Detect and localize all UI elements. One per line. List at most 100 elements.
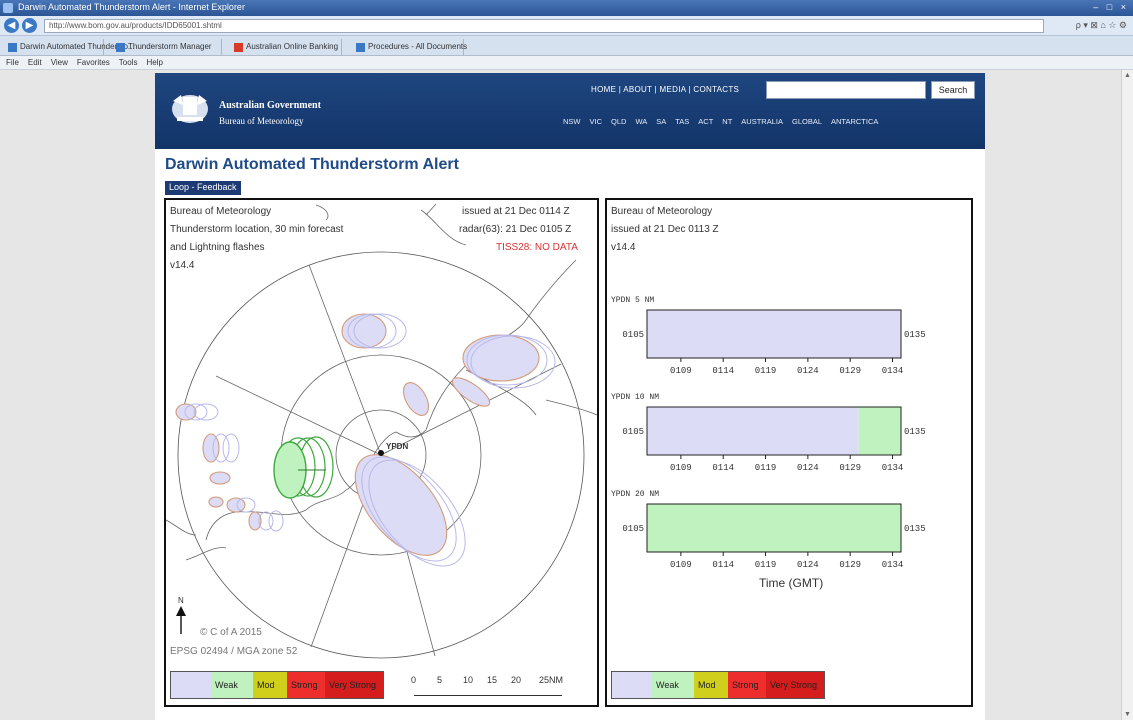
forward-button[interactable]: ▶ (22, 18, 37, 33)
legend-swatch (171, 672, 211, 698)
region-link[interactable]: QLD (611, 117, 626, 135)
region-link[interactable]: NSW (563, 117, 581, 135)
chart-title: YPDN 20 NM (611, 490, 659, 499)
region-link[interactable]: TAS (675, 117, 689, 135)
address-bar[interactable]: http://www.bom.gov.au/products/IDD65001.… (44, 19, 1044, 33)
legend-swatch: Strong (287, 672, 325, 698)
scale-tick-label: 25NM (539, 675, 564, 685)
menu-item[interactable]: View (51, 58, 68, 67)
timeline-segment (647, 310, 901, 358)
time-tick-label: 0134 (882, 560, 904, 570)
page-title: Darwin Automated Thunderstorm Alert (165, 156, 459, 173)
region-link[interactable]: WA (635, 117, 647, 135)
browser-tab[interactable]: Thunderstorm Manager (112, 39, 222, 55)
chart-title: YPDN 5 NM (611, 296, 654, 305)
time-tick-label: 0134 (882, 366, 904, 376)
range-start-label: 0105 (622, 524, 644, 534)
scroll-up-icon[interactable]: ▲ (1124, 72, 1131, 79)
map-org: Bureau of Meteorology (170, 206, 272, 217)
time-tick-label: 0124 (797, 366, 819, 376)
timeline-segment (647, 407, 859, 455)
region-link[interactable]: SA (656, 117, 666, 135)
range-start-label: 0105 (622, 427, 644, 437)
copyright: © C of A 2015 (200, 627, 262, 638)
region-link[interactable]: ANTARCTICA (831, 117, 878, 135)
tab-row: Darwin Automated Thundersto... Thundersto… (0, 36, 1133, 56)
contacts-link[interactable]: CONTACTS (693, 85, 739, 94)
time-tick-label: 0124 (797, 560, 819, 570)
map-description-2: and Lightning flashes (170, 242, 265, 253)
coat-of-arms-icon (172, 95, 208, 123)
map-version: v14.4 (170, 260, 195, 271)
range-end-label: 0135 (904, 427, 926, 437)
legend-swatch: Mod (253, 672, 287, 698)
map-issued: issued at 21 Dec 0114 Z (462, 206, 570, 217)
time-tick-label: 0114 (712, 463, 734, 473)
address-tools[interactable]: ρ ▾ ⊠ ⌂ ☆ ⚙ (1076, 20, 1127, 31)
page-content: Australian Government Bureau of Meteorol… (155, 73, 985, 720)
scale-tick-label: 0 (411, 675, 417, 685)
search-button[interactable]: Search (931, 81, 975, 99)
time-tick-label: 0119 (755, 463, 777, 473)
time-axis-label: Time (GMT) (759, 576, 824, 590)
region-link[interactable]: GLOBAL (792, 117, 822, 135)
link-separator: - (189, 182, 198, 192)
chart-intensity-legend: Weak Mod Strong Very Strong (611, 671, 825, 699)
top-links: HOME | ABOUT | MEDIA | CONTACTS (591, 85, 740, 94)
feedback-link[interactable]: Feedback (197, 182, 237, 192)
alert-timeline-panel: Bureau of Meteorology issued at 21 Dec 0… (605, 198, 973, 707)
thunderstorm-map[interactable]: Bureau of Meteorology Thunderstorm locat… (164, 198, 599, 707)
menu-item[interactable]: Tools (119, 58, 138, 67)
browser-tab[interactable]: Procedures - All Documents (352, 39, 468, 55)
time-tick-label: 0129 (839, 463, 861, 473)
back-button[interactable]: ◀ (4, 18, 19, 33)
range-end-label: 0135 (904, 524, 926, 534)
legend-swatch: Mod (694, 672, 728, 698)
legend-swatch: Very Strong (766, 672, 824, 698)
window-title: Darwin Automated Thunderstorm Alert - In… (18, 2, 245, 12)
timeline-charts: YPDN 5 NM 0105 0135 0109 0114 0119 0124 0129 013… (611, 296, 926, 570)
legend-swatch: Weak (652, 672, 694, 698)
weak-storm-cell (273, 436, 334, 499)
home-link[interactable]: HOME (591, 85, 616, 94)
time-tick-label: 0124 (797, 463, 819, 473)
time-tick-label: 0109 (670, 366, 692, 376)
about-link[interactable]: ABOUT (623, 85, 652, 94)
menu-item[interactable]: Help (146, 58, 162, 67)
map-description: Thunderstorm location, 30 min forecast (170, 224, 344, 235)
storm-cells (175, 313, 540, 556)
tab-label: Thunderstorm Manager (128, 42, 212, 51)
tab-favicon-icon (234, 43, 243, 52)
menu-item[interactable]: Favorites (77, 58, 110, 67)
browser-tab[interactable]: Darwin Automated Thundersto... (4, 39, 135, 55)
legend-swatch: Weak (211, 672, 253, 698)
timeline-segment (647, 504, 901, 552)
region-link[interactable]: NT (722, 117, 732, 135)
north-label: N (178, 596, 184, 605)
legend-swatch (612, 672, 652, 698)
distance-scale: 0 5 10 15 20 25NM (411, 671, 571, 703)
menu-item[interactable]: File (6, 58, 19, 67)
tab-favicon-icon (116, 43, 125, 52)
vertical-scrollbar[interactable]: ▲ ▼ (1121, 70, 1133, 720)
time-tick-label: 0114 (712, 366, 734, 376)
search-input[interactable] (766, 81, 926, 99)
government-name: Australian Government (219, 100, 321, 111)
loop-link[interactable]: Loop (169, 182, 189, 192)
menu-item[interactable]: Edit (28, 58, 42, 67)
region-link[interactable]: AUSTRALIA (741, 117, 783, 135)
region-link[interactable]: VIC (590, 117, 603, 135)
browser-tab[interactable]: Australian Online Banking (230, 39, 342, 55)
scale-tick-label: 5 (437, 675, 443, 685)
scroll-down-icon[interactable]: ▼ (1124, 711, 1131, 718)
time-tick-label: 0129 (839, 560, 861, 570)
intensity-legend: Weak Mod Strong Very Strong (170, 671, 384, 699)
media-link[interactable]: MEDIA (660, 85, 686, 94)
window-controls[interactable]: – □ × (1093, 2, 1129, 12)
site-header: Australian Government Bureau of Meteorol… (155, 73, 985, 149)
ypdn-marker (378, 450, 384, 456)
scale-tick-label: 15 (487, 675, 498, 685)
tiss-status: TISS28: NO DATA (496, 242, 578, 253)
tab-label: Procedures - All Documents (368, 42, 468, 51)
region-link[interactable]: ACT (698, 117, 713, 135)
